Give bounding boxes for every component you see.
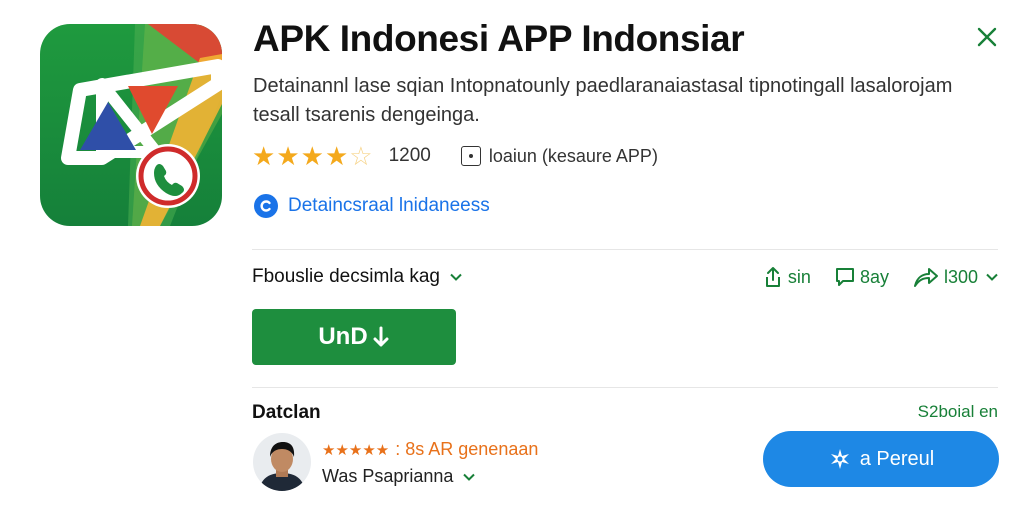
forward-button[interactable]: l300 bbox=[913, 266, 998, 288]
star-icon: ★ bbox=[252, 141, 276, 171]
developer-name: Detaincsraal lnidaneess bbox=[288, 195, 490, 216]
share-icon bbox=[765, 267, 780, 287]
close-button[interactable] bbox=[972, 22, 1002, 52]
review-meta: ★★★★★ : 8s AR genenaan bbox=[322, 439, 538, 460]
review-stars: ★★★★★ bbox=[322, 441, 390, 459]
rate-button-label: a Pereul bbox=[859, 447, 935, 470]
star-icon: ★ bbox=[324, 141, 349, 171]
info-text: loaiun (kesaure APP) bbox=[488, 145, 658, 166]
version-dropdown[interactable]: Fbouslie decsimla kag bbox=[252, 266, 462, 288]
reviews-heading: Datclan bbox=[252, 402, 321, 423]
info-icon bbox=[460, 146, 481, 166]
developer-link[interactable]: Detaincsraal lnidaneess bbox=[254, 194, 490, 218]
rating-stars: ★ ★ ★ ★ ☆ bbox=[252, 143, 373, 169]
message-icon bbox=[835, 268, 854, 286]
star-half-icon: ☆ bbox=[349, 141, 373, 171]
share-button[interactable]: sin bbox=[763, 266, 811, 288]
app-description: Detainannl lase sqian Intopnatounly paed… bbox=[253, 75, 953, 126]
rate-button[interactable]: a Pereul bbox=[763, 431, 999, 487]
download-arrow-icon bbox=[373, 326, 389, 347]
chevron-down-icon bbox=[450, 273, 462, 281]
action-bar: sin 8ay l300 bbox=[739, 266, 998, 288]
star-icon: ★ bbox=[300, 141, 324, 171]
sparkle-icon bbox=[830, 449, 849, 469]
chevron-down-icon bbox=[463, 473, 476, 481]
version-label: Fbouslie decsimla kag bbox=[252, 266, 440, 287]
app-logo-icon bbox=[40, 24, 222, 226]
message-label: 8ay bbox=[859, 266, 889, 287]
divider bbox=[252, 387, 998, 388]
avatar bbox=[253, 433, 311, 491]
forward-icon bbox=[913, 268, 938, 287]
forward-label: l300 bbox=[943, 266, 978, 287]
app-title: APK Indonesi APP Indonsiar bbox=[253, 18, 745, 59]
close-icon bbox=[977, 27, 997, 47]
message-button[interactable]: 8ay bbox=[835, 267, 889, 288]
rating-row: ★ ★ ★ ★ ☆ 1200 loaiun (kesaure APP) bbox=[252, 142, 658, 170]
star-icon: ★ bbox=[276, 141, 300, 171]
review-text: : 8s AR genenaan bbox=[395, 439, 539, 459]
developer-icon bbox=[254, 194, 278, 218]
divider bbox=[252, 249, 998, 250]
share-label: sin bbox=[787, 266, 811, 287]
install-label: UnD bbox=[318, 323, 368, 350]
rating-count: 1200 bbox=[388, 145, 431, 166]
reviewer-name: Was Psaprianna bbox=[322, 466, 454, 486]
see-all-link[interactable]: S2boial en bbox=[918, 402, 998, 422]
reviewer-dropdown[interactable]: Was Psaprianna bbox=[322, 466, 476, 487]
install-button[interactable]: UnD bbox=[252, 309, 456, 365]
chevron-down-icon bbox=[986, 273, 998, 281]
